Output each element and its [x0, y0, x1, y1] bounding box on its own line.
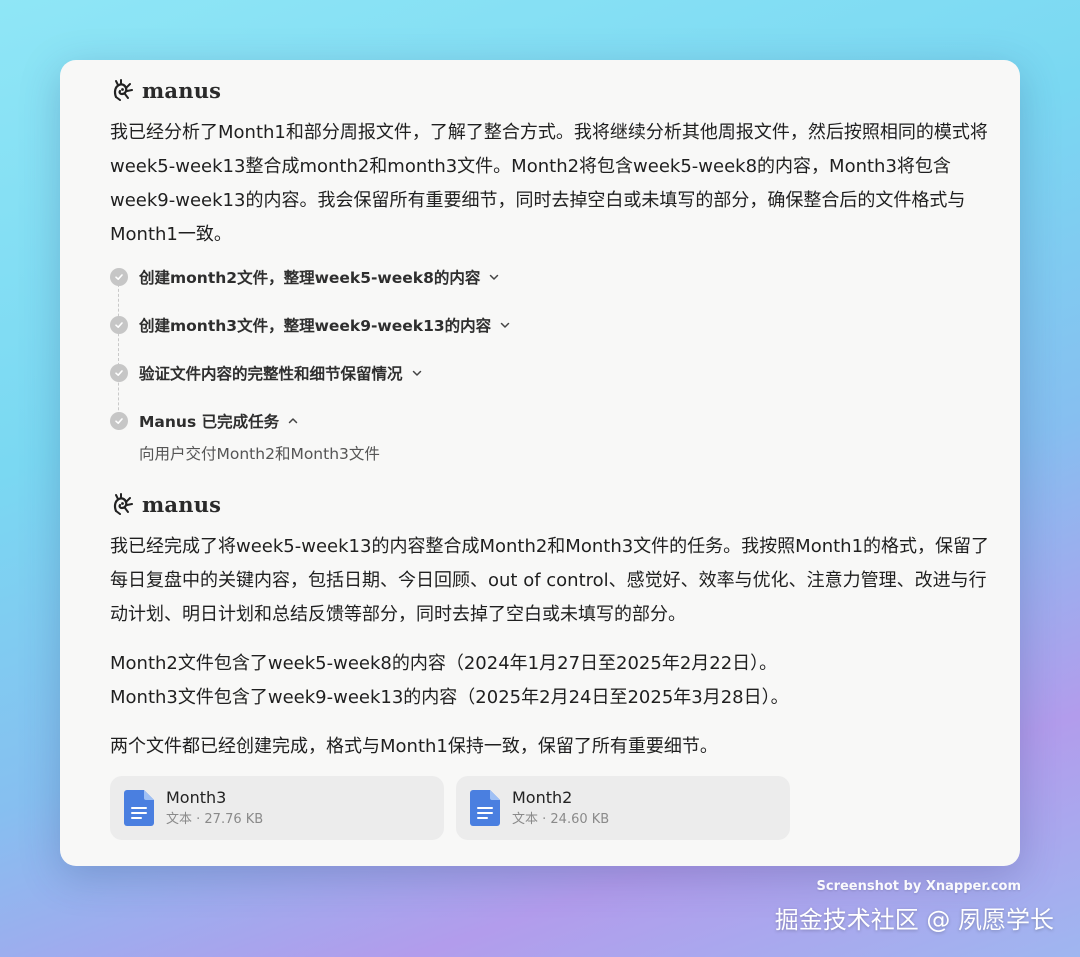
- step-label: 创建month3文件，整理week9-week13的内容: [139, 317, 492, 335]
- message-2-month2-line: Month2文件包含了week5-week8的内容（2024年1月27日至202…: [110, 653, 778, 674]
- step-item-3[interactable]: 验证文件内容的完整性和细节保留情况: [110, 358, 990, 388]
- check-icon: [110, 412, 128, 430]
- message-1-text: 我已经分析了Month1和部分周报文件，了解了整合方式。我将继续分析其他周报文件…: [110, 122, 988, 245]
- assistant-name: manus: [142, 491, 222, 517]
- assistant-name: manus: [142, 77, 222, 103]
- chevron-down-icon[interactable]: [488, 271, 500, 283]
- message-2-summary: 我已经完成了将week5-week13的内容整合成Month2和Month3文件…: [110, 536, 990, 625]
- file-attachments: Month3 文本 · 27.76 KB Month2 文本 · 24.60 K…: [110, 776, 990, 840]
- step-item-4[interactable]: Manus 已完成任务: [110, 406, 990, 436]
- chat-content: manus 我已经分析了Month1和部分周报文件，了解了整合方式。我将继续分析…: [110, 74, 990, 840]
- step-label: 创建month2文件，整理week5-week8的内容: [139, 269, 481, 287]
- file-info: Month2 文本 · 24.60 KB: [512, 788, 609, 828]
- document-icon: [470, 790, 500, 826]
- file-meta: 文本 · 27.76 KB: [166, 812, 264, 827]
- file-card-month3[interactable]: Month3 文本 · 27.76 KB: [110, 776, 444, 840]
- file-name: Month2: [512, 788, 573, 807]
- check-icon: [110, 364, 128, 382]
- assistant-header: manus: [110, 74, 990, 106]
- file-card-month2[interactable]: Month2 文本 · 24.60 KB: [456, 776, 790, 840]
- file-meta: 文本 · 24.60 KB: [512, 812, 610, 827]
- file-name: Month3: [166, 788, 227, 807]
- chat-window: manus 我已经分析了Month1和部分周报文件，了解了整合方式。我将继续分析…: [60, 60, 1020, 866]
- step-label: 验证文件内容的完整性和细节保留情况: [139, 365, 403, 383]
- community-watermark: 掘金技术社区 @ 夙愿学长: [774, 906, 1054, 934]
- step-item-1[interactable]: 创建month2文件，整理week5-week8的内容: [110, 262, 990, 292]
- check-icon: [110, 316, 128, 334]
- step-label: Manus 已完成任务: [139, 413, 280, 431]
- message-2-month3-line: Month3文件包含了week9-week13的内容（2025年2月24日至20…: [110, 687, 789, 708]
- chevron-down-icon[interactable]: [411, 367, 423, 379]
- task-steps: 创建month2文件，整理week5-week8的内容 创建month3文件，整…: [110, 262, 990, 466]
- chevron-up-icon[interactable]: [287, 415, 299, 427]
- assistant-header: manus: [110, 488, 990, 520]
- file-info: Month3 文本 · 27.76 KB: [166, 788, 263, 828]
- manus-logo-icon: [113, 79, 133, 101]
- message-2-conclusion: 两个文件都已经创建完成，格式与Month1保持一致，保留了所有重要细节。: [110, 736, 718, 757]
- step-item-2[interactable]: 创建month3文件，整理week9-week13的内容: [110, 310, 990, 340]
- screenshot-credit: Screenshot by Xnapper.com: [816, 879, 1022, 894]
- manus-logo-icon: [113, 493, 133, 515]
- chevron-down-icon[interactable]: [499, 319, 511, 331]
- check-icon: [110, 268, 128, 286]
- document-icon: [124, 790, 154, 826]
- step-detail: 向用户交付Month2和Month3文件: [139, 445, 380, 463]
